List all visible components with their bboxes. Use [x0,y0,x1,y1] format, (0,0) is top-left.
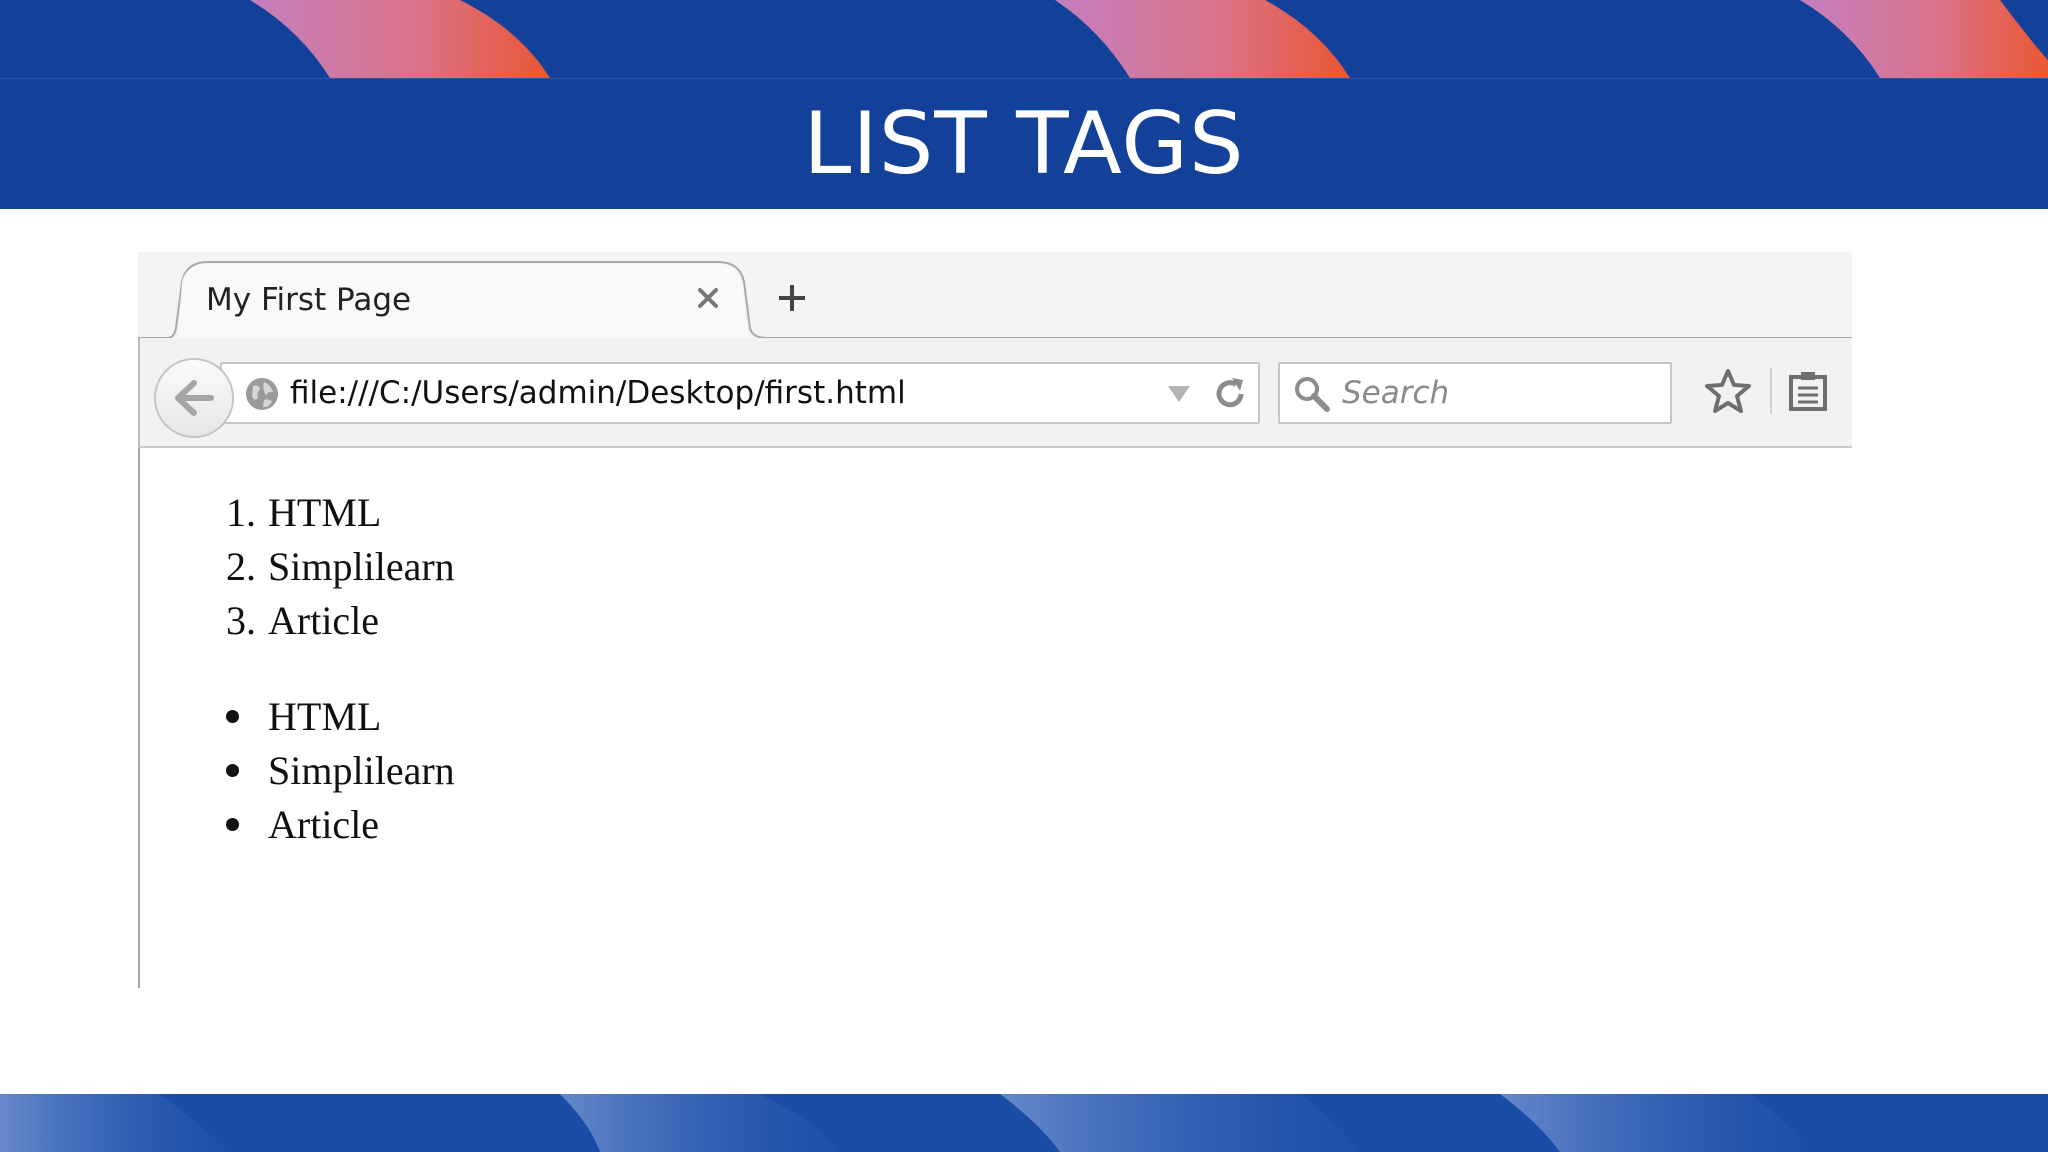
list-marker: 3. [226,598,256,643]
list-marker: 2. [226,544,256,589]
list-item-text: Article [268,802,380,847]
search-icon [1295,377,1330,412]
bullet-icon [226,764,239,777]
list-item: Simplilearn [226,744,455,798]
url-text[interactable]: file:///C:/Users/admin/Desktop/first.htm… [290,375,906,411]
bottom-decoration [0,1094,2048,1152]
list-item: 2. Simplilearn [226,540,455,594]
list-item: 1. HTML [226,486,455,540]
search-placeholder: Search [1342,375,1450,411]
list-item-text: HTML [268,694,382,739]
navigation-toolbar: file:///C:/Users/admin/Desktop/first.htm… [138,338,1852,448]
browser-window: My First Page file:///C:/Users/admin/Des… [138,252,1852,988]
globe-icon [246,378,278,410]
page-content: 1. HTML 2. Simplilearn 3. Article HTML Simp… [138,448,1852,988]
bullet-icon [226,818,239,831]
tab-title[interactable]: My First Page [206,282,411,318]
list-item-text: Simplilearn [268,748,455,793]
list-item: Article [226,798,455,852]
list-item: 3. Article [226,594,455,648]
dropdown-icon[interactable] [1166,384,1192,404]
list-item-text: Simplilearn [268,544,455,589]
ordered-list: 1. HTML 2. Simplilearn 3. Article [226,486,455,648]
tab-bar: My First Page [138,252,1852,338]
reload-icon[interactable] [1210,374,1250,414]
slide-title: LIST TAGS [803,94,1245,194]
list-item-text: HTML [268,490,382,535]
address-bar[interactable]: file:///C:/Users/admin/Desktop/first.htm… [220,362,1260,424]
toolbar-separator [1770,368,1772,414]
close-icon[interactable] [690,280,726,316]
reading-list-icon[interactable] [1788,370,1828,412]
list-item-text: Article [268,598,380,643]
back-arrow-icon[interactable] [154,358,234,438]
star-icon[interactable] [1704,368,1752,414]
search-box[interactable]: Search [1278,362,1672,424]
top-decoration [0,0,2048,78]
list-item: HTML [226,690,455,744]
bullet-icon [226,710,239,723]
slide-title-bar: LIST TAGS [0,78,2048,209]
unordered-list: HTML Simplilearn Article [226,690,455,852]
list-marker: 1. [226,490,256,535]
plus-icon[interactable] [770,276,814,320]
